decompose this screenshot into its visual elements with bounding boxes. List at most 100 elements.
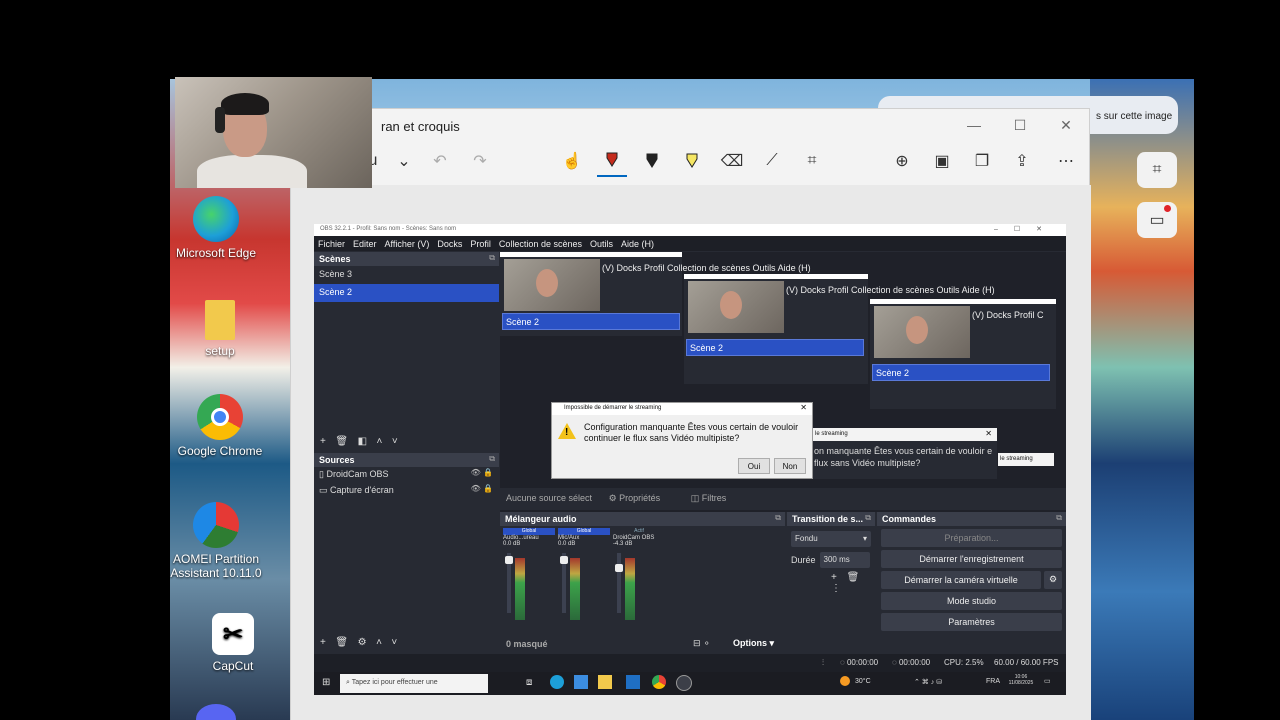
obs-menu-editer[interactable]: Editer — [353, 239, 377, 249]
pencil-icon[interactable] — [637, 145, 667, 177]
edge-taskbar-icon[interactable] — [550, 675, 564, 689]
language-indicator[interactable]: FRA — [986, 678, 1000, 685]
more-icon[interactable]: ⋯ — [1051, 145, 1081, 177]
tray-icons[interactable]: ⌃ ⌘ ♪ ⛁ — [914, 678, 942, 686]
obs-titlebar: OBS 32.2.1 - Profil: Sans nom - Scènes: … — [314, 224, 1066, 236]
gear-icon[interactable]: ⚙ — [358, 637, 367, 648]
properties-button[interactable]: ⚙ Propriétés — [609, 493, 675, 503]
add-icon[interactable]: + — [831, 572, 837, 583]
redo-icon[interactable]: ↷ — [465, 145, 495, 177]
obs-menu-outils[interactable]: Outils — [590, 239, 613, 249]
desktop-icon-setup[interactable]: setup — [170, 300, 270, 358]
desktop-icon-capcut[interactable]: ✂ CapCut — [183, 613, 283, 673]
dock-icon[interactable]: ⧉ — [1056, 513, 1062, 523]
clock[interactable]: 10:06 11/08/2025 — [1006, 674, 1036, 686]
save-icon[interactable]: ▣ — [927, 145, 957, 177]
mail-icon[interactable] — [626, 675, 640, 689]
options-button[interactable]: Options ▾ — [733, 638, 774, 649]
chevron-down-icon[interactable]: ˅ — [391, 637, 397, 648]
zoom-in-icon[interactable]: ⊕ — [887, 145, 917, 177]
visual-search-icon[interactable]: ⌗ — [1137, 152, 1177, 188]
ballpoint-pen-icon[interactable] — [597, 145, 627, 177]
add-icon[interactable]: + — [320, 436, 326, 447]
close-icon[interactable]: ✕ — [800, 403, 807, 412]
share-icon[interactable]: ⇪ — [1007, 145, 1037, 177]
obs-menu-fichier[interactable]: Fichier — [318, 239, 345, 249]
obs-menu-docks[interactable]: Docks — [437, 239, 462, 249]
commands-header: Commandes ⧉ — [877, 512, 1066, 526]
volume-knob[interactable] — [560, 556, 568, 564]
copilot-icon[interactable]: ▭ — [1137, 202, 1177, 238]
filters-label: Filtres — [701, 493, 727, 503]
trash-icon[interactable]: 🗑 — [847, 572, 860, 583]
stream-time: ◌ 00:00:00 — [840, 658, 879, 667]
desktop-icon-chrome[interactable]: Google Chrome — [170, 394, 270, 458]
studio-mode-button[interactable]: Mode studio — [881, 592, 1062, 610]
chevron-up-icon[interactable]: ˄ — [376, 637, 382, 648]
chrome-taskbar-icon[interactable] — [652, 675, 666, 689]
dock-icon[interactable]: ⧉ — [489, 454, 495, 464]
scene-item-selected[interactable]: Scène 2 — [314, 284, 499, 302]
visibility-lock-icons[interactable]: 👁 🔒 — [471, 484, 493, 493]
more-icon[interactable]: ⋮ — [831, 583, 841, 594]
yes-button[interactable]: Oui — [738, 458, 770, 474]
maximize-icon[interactable]: ☐ — [997, 109, 1043, 141]
minimize-icon[interactable]: — — [951, 109, 997, 141]
chevron-down-icon[interactable]: ˅ — [392, 436, 398, 447]
obs-window-controls[interactable]: ‒☐✕ — [994, 225, 1058, 233]
undo-icon[interactable]: ↶ — [425, 145, 455, 177]
copy-icon[interactable]: ❐ — [967, 145, 997, 177]
visibility-lock-icons[interactable]: 👁 🔒 — [471, 468, 493, 477]
volume-slider[interactable] — [617, 553, 621, 613]
weather-temp[interactable]: 30°C — [855, 678, 871, 685]
windows-start-icon[interactable]: ⊞ — [322, 677, 330, 688]
taskbar-search[interactable]: ⌕ Tapez ici pour effectuer une — [340, 674, 488, 693]
trash-icon[interactable]: 🗑 — [335, 637, 348, 648]
streaming-error-dialog: Impossible de démarrer le streaming ✕ ! … — [551, 402, 813, 479]
add-icon[interactable]: + — [320, 637, 326, 648]
touch-writing-icon[interactable]: ☝ — [557, 145, 587, 177]
chevron-down-icon[interactable]: ⌄ — [389, 145, 419, 177]
preparing-button[interactable]: Préparation... — [881, 529, 1062, 547]
highlighter-icon[interactable] — [677, 145, 707, 177]
transition-select[interactable]: Fondu ▾ — [791, 531, 871, 547]
obs-menu-profil[interactable]: Profil — [470, 239, 491, 249]
task-view-icon[interactable]: ⧈ — [526, 677, 532, 688]
start-recording-button[interactable]: Démarrer l'enregistrement — [881, 550, 1062, 568]
dock-icon[interactable]: ⧉ — [865, 513, 871, 523]
duration-input[interactable]: 300 ms — [819, 552, 870, 568]
crop-icon[interactable]: ⌗ — [797, 145, 827, 177]
dock-icon[interactable]: ⧉ — [775, 513, 781, 523]
eraser-icon[interactable]: ⌫ — [717, 145, 747, 177]
gear-icon[interactable]: ⚙ — [1044, 571, 1062, 589]
close-icon[interactable]: ✕ — [1043, 109, 1089, 141]
scene-item[interactable]: Scène 3 — [314, 266, 499, 284]
trash-icon[interactable]: 🗑 — [335, 436, 348, 447]
store-icon[interactable] — [574, 675, 588, 689]
volume-knob[interactable] — [505, 556, 513, 564]
desktop-icon-edge[interactable]: Microsoft Edge — [166, 196, 266, 260]
obs-window-title: OBS 32.2.1 - Profil: Sans nom - Scènes: … — [320, 226, 457, 232]
filter-icon[interactable]: ◧ — [358, 436, 367, 447]
duration-label: Durée — [791, 555, 816, 565]
notifications-icon[interactable]: ▭ — [1044, 677, 1051, 685]
obs-menu-afficher[interactable]: Afficher (V) — [385, 239, 430, 249]
obs-menu-collection[interactable]: Collection de scènes — [499, 239, 582, 249]
chevron-up-icon[interactable]: ˄ — [377, 436, 383, 447]
settings-button[interactable]: Paramètres — [881, 613, 1062, 631]
scenes-header-label: Scènes — [319, 254, 351, 264]
file-explorer-icon[interactable] — [598, 675, 612, 689]
desktop-icon-aomei[interactable]: AOMEI Partition Assistant 10.11.0 — [166, 502, 266, 580]
filters-button[interactable]: ◫ Filtres — [691, 493, 741, 503]
start-virtual-camera-button[interactable]: Démarrer la caméra virtuelle — [881, 571, 1041, 589]
dock-icon[interactable]: ⧉ — [489, 253, 495, 263]
monitor-icon: ▭ — [319, 485, 328, 495]
no-button[interactable]: Non — [774, 458, 806, 474]
obs-menu-aide[interactable]: Aide (H) — [621, 239, 654, 249]
obs-taskbar-icon[interactable] — [676, 675, 692, 691]
source-item[interactable]: ▯ DroidCam OBS 👁 🔒 — [314, 467, 499, 483]
ruler-icon[interactable]: ⟋ — [757, 145, 787, 177]
volume-knob[interactable] — [615, 564, 623, 572]
mixer-layout-icon[interactable]: ⊟ ⚬ — [693, 638, 711, 649]
source-item[interactable]: ▭ Capture d'écran 👁 🔒 — [314, 483, 499, 499]
